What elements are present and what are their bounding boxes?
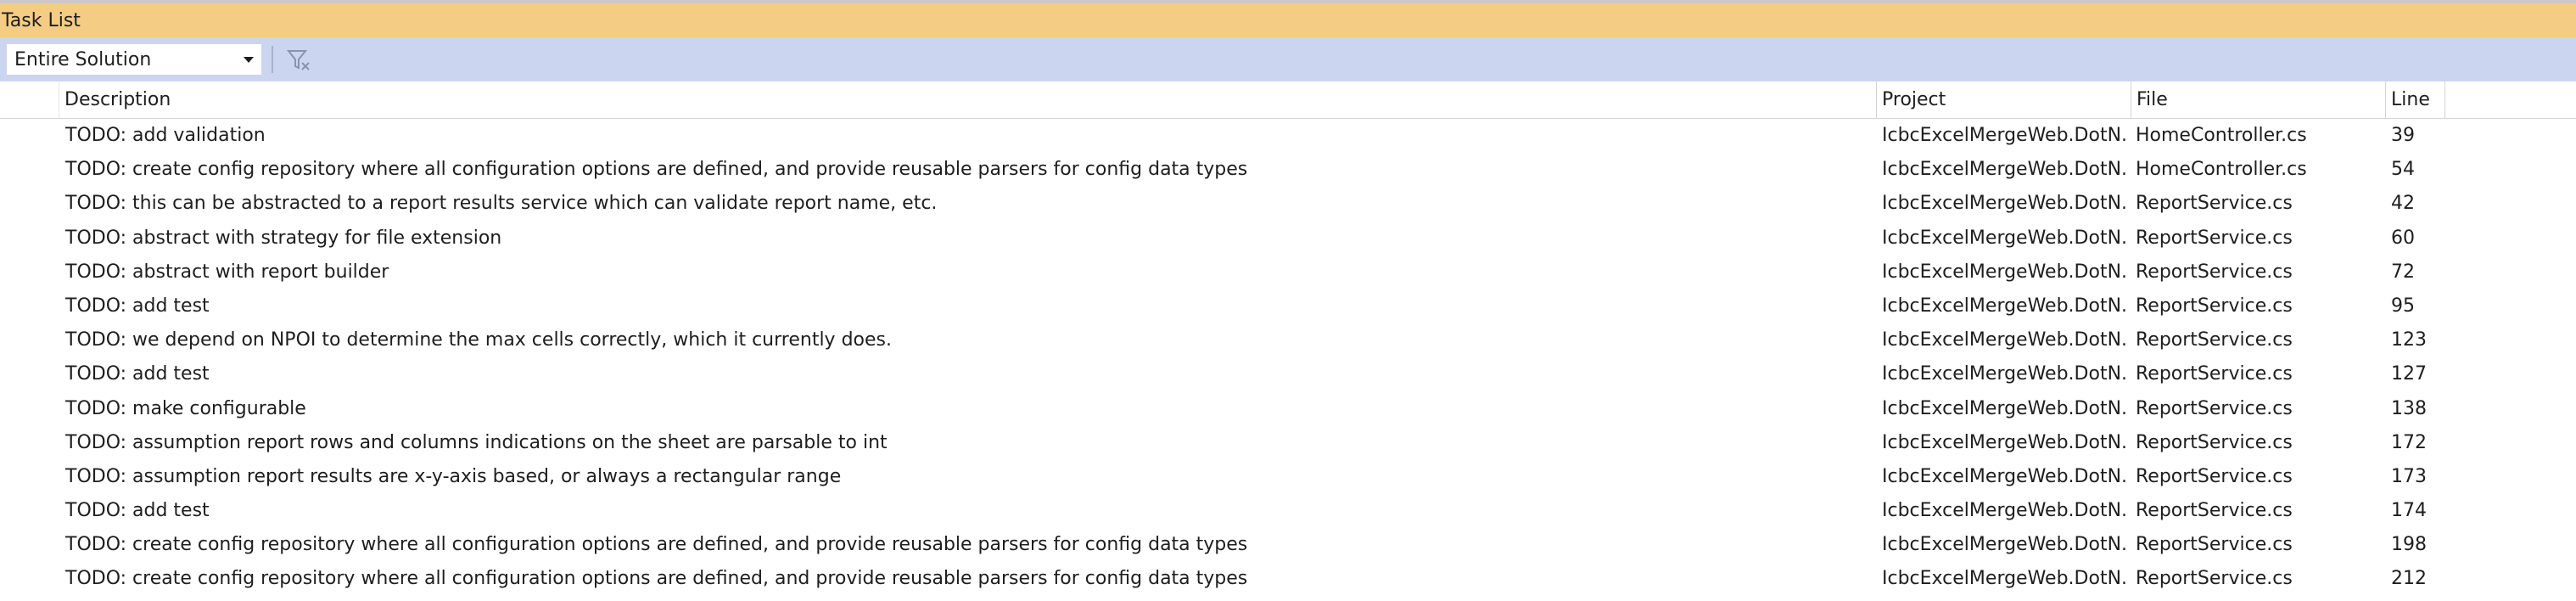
column-header-icon[interactable] xyxy=(0,81,59,118)
table-row[interactable]: TODO: abstract with strategy for file ex… xyxy=(0,222,2576,256)
task-line: 172 xyxy=(2391,431,2427,453)
task-grid: Description Project File Line TODO: add … xyxy=(0,81,2576,601)
task-description: TODO: abstract with report builder xyxy=(65,261,389,283)
table-row[interactable]: TODO: abstract with report builder IcbcEx… xyxy=(0,256,2576,289)
task-list-window: Task List Entire Solution Description Pr… xyxy=(0,0,2576,601)
task-line: 138 xyxy=(2391,397,2427,419)
task-file: ReportService.cs xyxy=(2136,227,2293,249)
table-row[interactable]: TODO: create config repository where all… xyxy=(0,562,2576,596)
filter-icon xyxy=(286,50,310,70)
column-header-file[interactable]: File xyxy=(2131,81,2386,118)
task-project: IcbcExcelMergeWeb.DotN... xyxy=(1882,159,2128,181)
task-description: TODO: this can be abstracted to a report… xyxy=(65,193,938,215)
column-header-description[interactable]: Description xyxy=(59,81,1877,118)
task-project: IcbcExcelMergeWeb.DotN... xyxy=(1882,295,2128,317)
table-row[interactable]: TODO: add test IcbcExcelMergeWeb.DotN... R… xyxy=(0,289,2576,323)
task-file: ReportService.cs xyxy=(2136,397,2293,419)
column-header-row: Description Project File Line xyxy=(0,81,2576,119)
table-row[interactable]: TODO: assumption report results are x-y-… xyxy=(0,460,2576,494)
task-line: 72 xyxy=(2391,261,2415,283)
column-header-project[interactable]: Project xyxy=(1877,81,2131,118)
task-description: TODO: add validation xyxy=(65,125,266,146)
task-line: 42 xyxy=(2391,193,2415,215)
task-line: 174 xyxy=(2391,500,2427,522)
task-project: IcbcExcelMergeWeb.DotN... xyxy=(1882,534,2128,556)
task-description: TODO: create config repository where all… xyxy=(65,159,1248,181)
task-list-toolbar: Entire Solution xyxy=(0,37,2576,81)
task-line: 60 xyxy=(2391,227,2415,249)
table-row[interactable]: TODO: assumption report rows and columns… xyxy=(0,426,2576,460)
task-project: IcbcExcelMergeWeb.DotN... xyxy=(1882,465,2128,487)
scope-dropdown-value: Entire Solution xyxy=(14,49,152,70)
task-project: IcbcExcelMergeWeb.DotN... xyxy=(1882,397,2128,419)
task-file: HomeController.cs xyxy=(2136,125,2307,146)
task-project: IcbcExcelMergeWeb.DotN... xyxy=(1882,193,2128,215)
task-file: ReportService.cs xyxy=(2136,295,2293,317)
task-description: TODO: assumption report results are x-y-… xyxy=(65,465,842,487)
task-line: 54 xyxy=(2391,159,2415,181)
task-description: TODO: abstract with strategy for file ex… xyxy=(65,227,502,249)
task-project: IcbcExcelMergeWeb.DotN... xyxy=(1882,500,2128,522)
task-line: 127 xyxy=(2391,363,2427,385)
task-project: IcbcExcelMergeWeb.DotN... xyxy=(1882,329,2128,351)
task-file: ReportService.cs xyxy=(2136,568,2293,590)
task-project: IcbcExcelMergeWeb.DotN... xyxy=(1882,261,2128,283)
task-description: TODO: add test xyxy=(65,295,210,317)
task-list-title-bar[interactable]: Task List xyxy=(0,0,2576,37)
task-file: ReportService.cs xyxy=(2136,465,2293,487)
column-header-line[interactable]: Line xyxy=(2386,81,2445,118)
scope-dropdown[interactable]: Entire Solution xyxy=(7,44,261,75)
task-line: 95 xyxy=(2391,295,2415,317)
task-line: 198 xyxy=(2391,534,2427,556)
task-project: IcbcExcelMergeWeb.DotN... xyxy=(1882,363,2128,385)
toolbar-divider xyxy=(272,46,273,73)
task-rows: TODO: add validation IcbcExcelMergeWeb.Do… xyxy=(0,119,2576,597)
task-project: IcbcExcelMergeWeb.DotN... xyxy=(1882,227,2128,249)
task-description: TODO: create config repository where all… xyxy=(65,534,1248,556)
task-line: 123 xyxy=(2391,329,2427,351)
table-row[interactable]: TODO: add validation IcbcExcelMergeWeb.Do… xyxy=(0,119,2576,153)
task-file: ReportService.cs xyxy=(2136,329,2293,351)
window-title: Task List xyxy=(2,10,81,31)
table-row[interactable]: TODO: add test IcbcExcelMergeWeb.DotN... R… xyxy=(0,357,2576,391)
table-row[interactable]: TODO: create config repository where all… xyxy=(0,528,2576,562)
task-line: 173 xyxy=(2391,465,2427,487)
task-file: ReportService.cs xyxy=(2136,534,2293,556)
table-row[interactable]: TODO: we depend on NPOI to determine the… xyxy=(0,323,2576,357)
chevron-down-icon[interactable] xyxy=(244,57,254,63)
task-description: TODO: add test xyxy=(65,363,210,385)
table-row[interactable]: TODO: create config repository where all… xyxy=(0,153,2576,187)
table-row[interactable]: TODO: make configurable IcbcExcelMergeWeb… xyxy=(0,392,2576,426)
task-description: TODO: add test xyxy=(65,500,210,522)
task-file: ReportService.cs xyxy=(2136,500,2293,522)
task-description: TODO: make configurable xyxy=(65,397,306,419)
task-project: IcbcExcelMergeWeb.DotN... xyxy=(1882,125,2128,146)
task-file: HomeController.cs xyxy=(2136,159,2307,181)
clear-filter-button[interactable] xyxy=(282,44,314,75)
table-row[interactable]: TODO: this can be abstracted to a report… xyxy=(0,187,2576,221)
task-project: IcbcExcelMergeWeb.DotN... xyxy=(1882,431,2128,453)
task-project: IcbcExcelMergeWeb.DotN... xyxy=(1882,568,2128,590)
task-description: TODO: assumption report rows and columns… xyxy=(65,431,888,453)
task-line: 39 xyxy=(2391,125,2415,146)
task-line: 212 xyxy=(2391,568,2427,590)
task-file: ReportService.cs xyxy=(2136,431,2293,453)
task-description: TODO: we depend on NPOI to determine the… xyxy=(65,329,892,351)
table-row[interactable]: TODO: add test IcbcExcelMergeWeb.DotN... R… xyxy=(0,494,2576,528)
task-description: TODO: create config repository where all… xyxy=(65,568,1248,590)
task-file: ReportService.cs xyxy=(2136,261,2293,283)
task-file: ReportService.cs xyxy=(2136,193,2293,215)
task-file: ReportService.cs xyxy=(2136,363,2293,385)
